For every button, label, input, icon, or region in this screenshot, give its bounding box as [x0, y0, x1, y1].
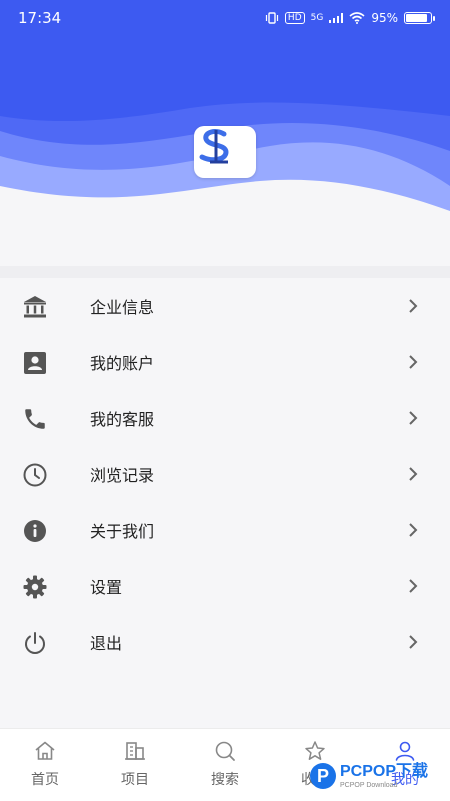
nav-tab-search[interactable]: 搜索	[180, 729, 270, 801]
menu-item-my-account[interactable]: 我的账户	[0, 334, 450, 390]
chevron-right-icon	[409, 579, 418, 593]
app-logo-s-icon	[199, 129, 229, 164]
chevron-right-icon	[409, 411, 418, 425]
network-label: 5G	[310, 13, 324, 23]
home-icon	[35, 741, 55, 760]
menu-item-label: 我的账户	[90, 354, 155, 373]
hd-badge: HD	[284, 12, 305, 24]
nav-label: 首页	[31, 772, 59, 788]
menu-item-customer-service[interactable]: 我的客服	[0, 390, 450, 446]
signal-icon	[329, 13, 344, 23]
vibrate-icon	[265, 12, 279, 24]
menu-item-browse-history[interactable]: 浏览记录	[0, 446, 450, 502]
clock-icon	[22, 462, 48, 488]
menu-item-label: 企业信息	[90, 298, 155, 317]
wifi-icon	[349, 12, 365, 24]
app-logo	[194, 126, 256, 178]
nav-tab-projects[interactable]: 项目	[90, 729, 180, 801]
info-icon	[22, 518, 48, 544]
status-bar: 17:34 HD 5G 95%	[0, 0, 450, 36]
building-icon	[125, 742, 145, 760]
chevron-right-icon	[409, 299, 418, 313]
nav-label: 搜索	[211, 772, 239, 788]
phone-icon	[22, 406, 48, 432]
bottom-nav: 首页 项目 搜索 收藏 我的	[0, 728, 450, 801]
menu-item-about-us[interactable]: 关于我们	[0, 502, 450, 558]
menu-item-label: 关于我们	[90, 522, 155, 541]
account-box-icon	[22, 350, 48, 376]
bank-icon	[22, 294, 48, 320]
chevron-right-icon	[409, 523, 418, 537]
battery-percent: 95%	[371, 11, 398, 25]
chevron-right-icon	[409, 355, 418, 369]
section-divider	[0, 266, 450, 278]
power-icon	[22, 630, 48, 656]
profile-menu: 企业信息 我的账户 我的客服 浏览记录 关于我们 设置 退出	[0, 278, 450, 670]
chevron-right-icon	[409, 635, 418, 649]
menu-item-logout[interactable]: 退出	[0, 614, 450, 670]
nav-label: 项目	[121, 772, 149, 788]
status-time: 17:34	[18, 9, 62, 27]
person-icon	[395, 741, 415, 761]
nav-label: 我的	[391, 772, 419, 788]
profile-header	[0, 36, 450, 266]
star-icon	[305, 741, 325, 760]
battery-icon	[404, 12, 435, 24]
menu-item-label: 退出	[90, 634, 123, 653]
chevron-right-icon	[409, 467, 418, 481]
search-icon	[215, 741, 235, 761]
gear-icon	[22, 574, 48, 600]
nav-tab-mine[interactable]: 我的	[360, 729, 450, 801]
menu-item-settings[interactable]: 设置	[0, 558, 450, 614]
menu-item-label: 设置	[90, 578, 123, 597]
menu-item-company-info[interactable]: 企业信息	[0, 278, 450, 334]
nav-label: 收藏	[301, 772, 329, 788]
menu-item-label: 我的客服	[90, 410, 155, 429]
status-indicators: HD 5G 95%	[265, 11, 435, 25]
nav-tab-home[interactable]: 首页	[0, 729, 90, 801]
menu-item-label: 浏览记录	[90, 466, 155, 485]
nav-tab-favorites[interactable]: 收藏	[270, 729, 360, 801]
